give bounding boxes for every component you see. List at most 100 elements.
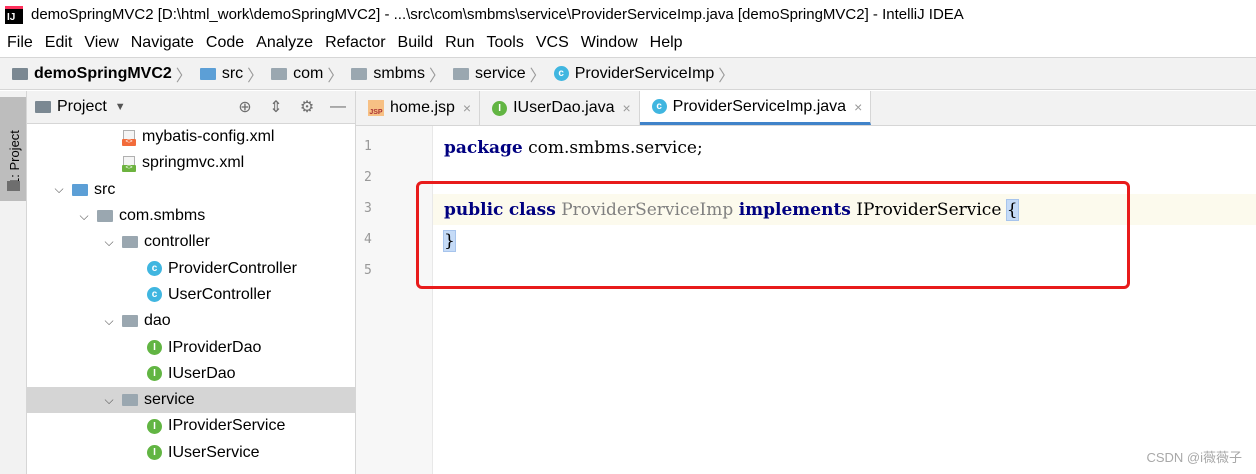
tab-home-jsp[interactable]: JSP home.jsp × <box>356 91 481 125</box>
package-folder-icon <box>122 315 138 328</box>
menu-navigate[interactable]: Navigate <box>127 34 198 52</box>
menu-window[interactable]: Window <box>577 34 642 52</box>
intellij-logo-icon: IJ <box>5 5 23 24</box>
chevron-down-icon: ▼ <box>114 101 126 113</box>
menu-edit[interactable]: Edit <box>41 34 77 52</box>
menu-run[interactable]: Run <box>441 34 478 52</box>
module-folder-icon <box>12 67 28 80</box>
breadcrumb-item[interactable]: service 〉 <box>452 62 552 86</box>
tree-item-iproviderdao[interactable]: I IProviderDao <box>27 334 355 360</box>
project-panel: Project ▼ ⊕ ⇕ ⚙ — <> mybatis-config.xml <> spr… <box>27 91 356 474</box>
class-icon: c <box>553 66 569 81</box>
tree-item-service[interactable]: ⌵ service <box>27 386 355 414</box>
project-tree: <> mybatis-config.xml <> springmvc.xml ⌵ src ⌵… <box>27 124 355 466</box>
close-icon[interactable]: × <box>463 100 471 116</box>
tree-item-usercontroller[interactable]: c UserController <box>27 282 355 308</box>
tab-providerserviceimp-java[interactable]: c ProviderServiceImp.java × <box>639 91 872 125</box>
tree-item-iuserdao[interactable]: I IUserDao <box>27 361 355 387</box>
tree-item-label: springmvc.xml <box>142 154 245 172</box>
menu-bar: File Edit View Navigate Code Analyze Refactor B… <box>0 29 1256 56</box>
tree-item-com-smbms[interactable]: ⌵ com.smbms <box>27 203 355 229</box>
tree-item-label: controller <box>144 233 210 251</box>
project-panel-header: Project ▼ ⊕ ⇕ ⚙ — <box>27 91 355 124</box>
code-area[interactable]: package com.smbms.service; public class P… <box>433 126 1256 474</box>
breadcrumb-item[interactable]: src 〉 <box>199 62 269 86</box>
chevron-down-icon[interactable]: ⌵ <box>102 314 116 329</box>
tree-item-mybatis-config-xml[interactable]: <> mybatis-config.xml <box>27 124 355 150</box>
tree-item-controller[interactable]: ⌵ controller <box>27 229 355 255</box>
tree-item-label: src <box>94 180 116 198</box>
locate-icon[interactable]: ⊕ <box>234 96 256 118</box>
project-tool-button[interactable]: 1: Project <box>0 97 26 201</box>
tree-item-src[interactable]: ⌵ src <box>27 177 355 203</box>
tree-item-iuserservice[interactable]: I IUserService <box>27 440 355 466</box>
tree-item-iproviderservice[interactable]: I IProviderService <box>27 413 355 439</box>
breadcrumb-item[interactable]: c ProviderServiceImp 〉 <box>553 62 741 86</box>
project-tool-label: 1: Project <box>7 130 22 185</box>
chevron-right-icon: 〉 <box>718 67 735 85</box>
breadcrumb-item[interactable]: com 〉 <box>271 62 349 86</box>
code-line[interactable]: } <box>443 225 456 256</box>
xml-file-icon: <> <box>122 130 136 146</box>
class-icon: c <box>651 99 667 114</box>
code-line[interactable]: public class ProviderServiceImp implemen… <box>444 194 1019 225</box>
menu-tools[interactable]: Tools <box>482 34 527 52</box>
title-bar: IJ demoSpringMVC2 [D:\html_work\demoSpri… <box>0 0 1256 29</box>
project-folder-icon <box>35 101 51 113</box>
tree-item-springmvc-xml[interactable]: <> springmvc.xml <box>27 150 355 176</box>
tree-item-label: com.smbms <box>119 207 206 225</box>
collapse-icon[interactable]: ⇕ <box>265 96 287 118</box>
breadcrumb-label: ProviderServiceImp <box>574 64 715 82</box>
menu-analyze[interactable]: Analyze <box>252 34 317 52</box>
line-number: 1 <box>364 139 372 154</box>
code-token: IProviderService <box>850 199 1007 220</box>
source-folder-icon <box>199 67 216 80</box>
menu-code[interactable]: Code <box>202 34 248 52</box>
gear-icon[interactable]: ⚙ <box>296 96 318 118</box>
tree-item-label: service <box>144 391 195 409</box>
chevron-down-icon[interactable]: ⌵ <box>52 182 66 197</box>
menu-vcs[interactable]: VCS <box>532 34 573 52</box>
breadcrumb-label: smbms <box>373 64 425 82</box>
breadcrumb-label: src <box>221 64 244 82</box>
menu-build[interactable]: Build <box>394 34 438 52</box>
chevron-down-icon[interactable]: ⌵ <box>102 235 116 250</box>
tree-item-label: IProviderService <box>168 417 286 435</box>
package-folder-icon <box>452 67 469 80</box>
chevron-down-icon[interactable]: ⌵ <box>77 209 91 224</box>
chevron-right-icon: 〉 <box>428 67 445 85</box>
chevron-down-icon[interactable]: ⌵ <box>102 393 116 408</box>
chevron-right-icon: 〉 <box>529 67 546 85</box>
project-view-selector[interactable]: Project ▼ <box>35 98 126 116</box>
code-token: com.smbms.service; <box>522 137 703 158</box>
code-token: package <box>444 137 523 158</box>
editor-tabs: JSP home.jsp × I IUserDao.java × c ProviderServ… <box>356 91 1256 126</box>
interface-icon: I <box>492 100 508 116</box>
menu-refactor[interactable]: Refactor <box>321 34 389 52</box>
project-panel-title: Project <box>57 98 107 115</box>
breadcrumb-item[interactable]: smbms 〉 <box>351 62 451 86</box>
menu-help[interactable]: Help <box>646 34 687 52</box>
code-line[interactable]: package com.smbms.service; <box>444 132 703 163</box>
tree-item-label: ProviderController <box>168 259 297 277</box>
breadcrumb-item[interactable]: demoSpringMVC2 〉 <box>12 62 198 86</box>
hide-icon[interactable]: — <box>327 96 349 118</box>
interface-icon: I <box>147 366 162 382</box>
code-token: class <box>508 199 556 220</box>
close-icon[interactable]: × <box>622 100 630 116</box>
close-icon[interactable]: × <box>854 99 862 115</box>
tree-item-providercontroller[interactable]: c ProviderController <box>27 255 355 281</box>
tree-item-label: UserController <box>168 285 272 303</box>
menu-file[interactable]: File <box>3 34 37 52</box>
menu-view[interactable]: View <box>80 34 122 52</box>
breadcrumb: demoSpringMVC2 〉 src 〉 com 〉 smbms 〉 service 〉 c Pr… <box>0 57 1256 90</box>
interface-icon: I <box>147 340 162 356</box>
code-token: ProviderServiceImp <box>561 199 734 220</box>
package-folder-icon <box>351 67 368 80</box>
tab-label: ProviderServiceImp.java <box>672 97 847 115</box>
package-folder-icon <box>97 210 113 223</box>
tab-iuserdao-java[interactable]: I IUserDao.java × <box>480 91 640 125</box>
tab-label: IUserDao.java <box>513 99 615 116</box>
tree-item-label: IUserService <box>168 443 260 461</box>
tree-item-dao[interactable]: ⌵ dao <box>27 308 355 334</box>
